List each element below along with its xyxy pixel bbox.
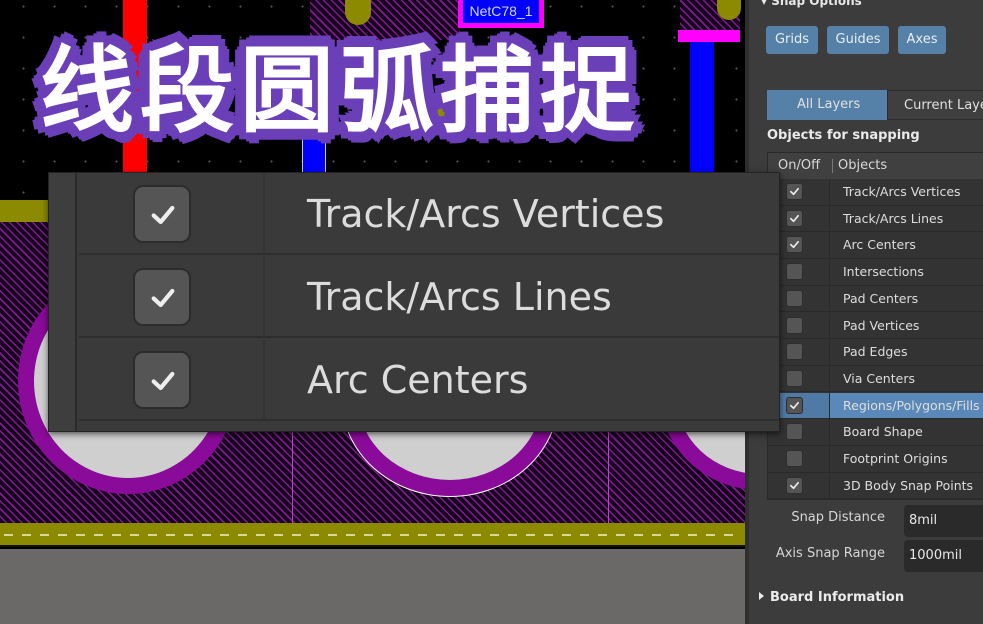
snap-checkbox[interactable] — [786, 450, 803, 467]
checkmark-icon — [151, 205, 175, 225]
table-row[interactable]: Pad Centers — [768, 285, 983, 313]
magnified-checkbox-cell — [79, 173, 265, 253]
table-row[interactable]: Regions/Polygons/Fills — [768, 392, 983, 420]
object-label: Pad Edges — [843, 344, 908, 360]
object-label: Arc Centers — [843, 237, 916, 253]
title-char: 弧 — [340, 36, 439, 146]
checkmark-icon — [790, 481, 799, 489]
header-objects[interactable]: Objects — [838, 153, 887, 179]
guides-button[interactable]: Guides — [827, 26, 889, 54]
magnified-label: Arc Centers — [307, 358, 529, 402]
checkmark-icon — [151, 288, 175, 308]
magnified-checkbox — [133, 185, 191, 243]
axis-snap-range-label: Axis Snap Range — [775, 546, 885, 561]
magnified-label: Track/Arcs Vertices — [307, 192, 665, 236]
expand-arrow-icon — [759, 592, 764, 600]
table-row[interactable]: 3D Body Snap Points — [768, 472, 983, 500]
checkmark-icon — [790, 401, 799, 409]
object-label: Regions/Polygons/Fills — [830, 392, 983, 419]
table-row[interactable]: Arc Centers — [768, 232, 983, 259]
canvas-background — [0, 549, 745, 624]
table-header: On/Off Objects — [768, 153, 983, 179]
snap-checkbox[interactable] — [786, 263, 803, 281]
screen: NetC78_1 ▾ Snap Options Grids Guides Axe… — [0, 0, 983, 624]
table-row[interactable]: Intersections — [768, 259, 983, 286]
table-row[interactable]: Via Centers — [768, 365, 983, 393]
olive-track-left[interactable] — [0, 200, 48, 222]
objects-for-snapping-label: Objects for snapping — [767, 128, 920, 143]
object-label: Via Centers — [843, 370, 915, 386]
axis-snap-range-input[interactable]: 1000mil — [904, 540, 983, 572]
table-row[interactable]: Footprint Origins — [768, 446, 983, 473]
object-label: Track/Arcs Lines — [843, 210, 944, 226]
board-information-label: Board Information — [770, 590, 905, 605]
axes-button[interactable]: Axes — [898, 26, 946, 54]
header-on-off[interactable]: On/Off — [778, 153, 820, 179]
object-label: 3D Body Snap Points — [843, 477, 974, 493]
table-row[interactable]: Pad Vertices — [768, 312, 983, 339]
title-char: 捕 — [440, 36, 539, 146]
magnified-checkbox — [133, 351, 191, 409]
snap-options-title: Snap Options — [771, 0, 862, 8]
title-char: 圆 — [240, 36, 339, 146]
checkbox-cell — [768, 472, 830, 499]
video-title: 线 段 圆 弧 捕 捉 — [40, 20, 638, 146]
checkmark-icon — [790, 241, 799, 249]
checkbox-cell — [768, 446, 830, 472]
board-outline-dash — [4, 534, 741, 536]
magnified-row: Track/Arcs Lines — [79, 256, 779, 338]
magnified-checkbox — [133, 268, 191, 326]
magnified-row: Arc Centers — [79, 339, 779, 421]
snap-distance-label: Snap Distance — [791, 510, 885, 525]
checkmark-icon — [151, 371, 175, 391]
snap-checkbox[interactable] — [786, 369, 803, 387]
selected-track-right[interactable] — [678, 30, 740, 42]
snap-checkbox[interactable] — [786, 289, 803, 307]
title-char: 线 — [40, 36, 139, 146]
board-information-header[interactable]: Board Information — [759, 590, 904, 605]
header-divider — [832, 159, 833, 173]
table-row[interactable]: Board Shape — [768, 419, 983, 446]
snap-checkbox[interactable] — [786, 183, 803, 200]
snap-checkbox[interactable] — [786, 423, 803, 441]
object-label: Intersections — [843, 264, 924, 280]
board-outline — [0, 523, 745, 547]
snap-options-header[interactable]: ▾ Snap Options — [761, 0, 862, 8]
snap-objects-table: On/Off Objects Track/Arcs Vertices Track/… — [767, 152, 983, 500]
snap-checkbox[interactable] — [786, 209, 803, 227]
object-label: Footprint Origins — [843, 451, 948, 466]
table-row[interactable]: Track/Arcs Lines — [768, 205, 983, 233]
object-label: Pad Centers — [843, 290, 919, 306]
object-label: Track/Arcs Vertices — [843, 184, 961, 199]
checkmark-icon — [790, 187, 799, 196]
snap-checkbox[interactable] — [786, 476, 803, 494]
magnified-row: Track/Arcs Vertices — [79, 173, 779, 255]
tab-all-layers[interactable]: All Layers — [767, 90, 887, 120]
object-label: Pad Vertices — [843, 317, 920, 333]
object-label: Board Shape — [843, 424, 923, 440]
blue-track-right[interactable] — [690, 42, 714, 175]
title-char: 段 — [140, 36, 239, 146]
checkmark-icon — [790, 214, 799, 222]
table-row[interactable]: Track/Arcs Vertices — [768, 179, 983, 206]
grids-button[interactable]: Grids — [766, 26, 818, 54]
magnified-checkbox-cell — [79, 339, 265, 419]
magnified-label: Track/Arcs Lines — [307, 275, 612, 319]
tab-current-layer[interactable]: Current Layer — [887, 90, 983, 120]
magnified-checkbox-cell — [79, 256, 265, 336]
snap-checkbox[interactable] — [786, 343, 803, 361]
table-row[interactable]: Pad Edges — [768, 339, 983, 366]
snap-checkbox[interactable] — [786, 396, 803, 414]
snap-checkbox[interactable] — [786, 316, 803, 334]
snap-checkbox[interactable] — [786, 236, 803, 254]
callout-gutter — [49, 173, 77, 431]
snap-distance-input[interactable]: 8mil — [904, 505, 983, 537]
properties-panel: ▾ Snap Options Grids Guides Axes All Lay… — [745, 0, 983, 624]
title-char: 捉 — [540, 36, 639, 146]
magnified-callout: Track/Arcs Vertices Track/Arcs Lines Arc C… — [48, 172, 780, 432]
